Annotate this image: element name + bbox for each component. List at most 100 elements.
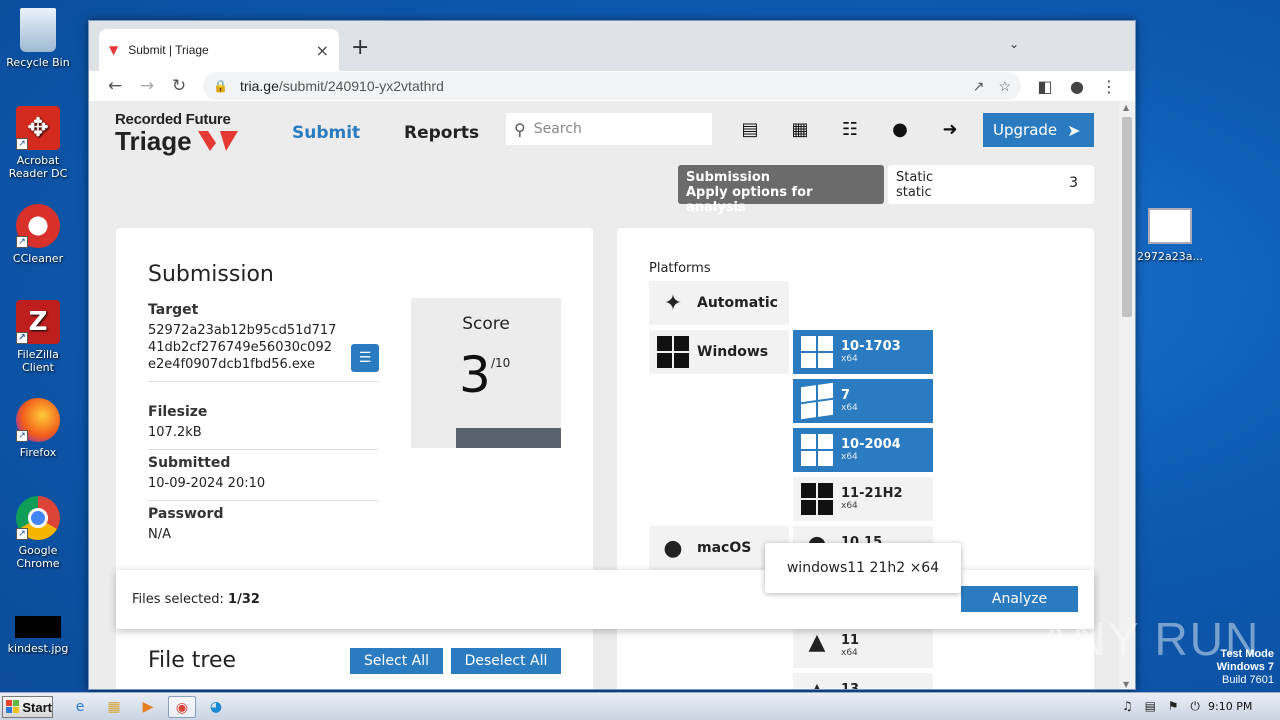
new-tab-button[interactable]: + (351, 35, 369, 60)
network-icon[interactable]: ▤ (1145, 699, 1156, 713)
browser-window: — □ ✕ ▼ Submit | Triage × + ⌄ ← → ↻ 🔒 tr… (88, 20, 1136, 690)
triage-page: Recorded Future Triage Submit Reports ⚲ … (89, 101, 1121, 689)
account-icon[interactable]: ● (888, 119, 912, 141)
desktop-icon-acrobat[interactable]: ✥ ↗ Acrobat Reader DC (0, 106, 76, 180)
score-label: Score (462, 314, 510, 334)
os-android-13[interactable]: ▲ 13x64 (793, 673, 933, 689)
upgrade-label: Upgrade (993, 121, 1058, 139)
desktop-icon-label: Acrobat Reader DC (8, 154, 68, 180)
chrome-taskbar-icon[interactable]: ◉ (168, 696, 196, 718)
scrollbar-thumb[interactable] (1122, 117, 1132, 317)
deselect-all-button[interactable]: Deselect All (451, 648, 561, 674)
desktop-icon-label: CCleaner (12, 252, 64, 265)
scroll-up-icon[interactable]: ▲ (1123, 103, 1129, 112)
address-bar[interactable]: 🔒 tria.ge/submit/240910-yx2vtathrd ↗ ☆ (203, 72, 1021, 100)
analyze-button[interactable]: Analyze (961, 586, 1078, 612)
url-path: /submit/240910-yx2vtathrd (278, 78, 444, 94)
nav-submit[interactable]: Submit (292, 123, 360, 143)
desktop-icon-filezilla[interactable]: Z ↗ FileZilla Client (0, 300, 76, 374)
start-button[interactable]: Start (2, 696, 53, 718)
power-icon[interactable]: ⏻ (1190, 699, 1200, 713)
password-label: Password (148, 506, 224, 522)
filesize-value: 107.2kB (148, 425, 202, 440)
back-button[interactable]: ← (99, 76, 131, 96)
divider (148, 381, 378, 382)
bookmark-star-icon[interactable]: ☆ (998, 78, 1011, 95)
docs-book-icon[interactable]: ☷ (838, 119, 862, 141)
reload-button[interactable]: ↻ (163, 76, 195, 96)
flag-icon[interactable]: ⚑ (1168, 699, 1179, 713)
platform-automatic[interactable]: ✦ Automatic (649, 281, 789, 325)
submitted-label: Submitted (148, 455, 231, 471)
os-windows-10-2004[interactable]: 10-2004 x64 (793, 428, 933, 472)
recycle-bin-icon (20, 8, 56, 52)
nav-reports[interactable]: Reports (404, 123, 479, 143)
select-all-button[interactable]: Select All (350, 648, 443, 674)
triage-chevron-icon (197, 131, 238, 151)
edge-taskbar-icon[interactable]: ◕ (204, 696, 228, 718)
static-analysis-box[interactable]: Static static 3 (888, 165, 1094, 204)
logout-icon[interactable]: ➜ (938, 119, 962, 141)
volume-icon[interactable]: ♫ (1122, 699, 1133, 713)
share-icon[interactable]: ↗ (973, 78, 985, 95)
static-sub: static (896, 185, 932, 200)
desktop-icon-firefox[interactable]: ↗ Firefox (0, 398, 76, 459)
side-panel-icon[interactable]: ◧ (1029, 77, 1061, 96)
browser-tab[interactable]: ▼ Submit | Triage × (99, 29, 339, 71)
copy-target-button[interactable]: ☰ (351, 344, 379, 372)
score-box: Score 3 /10 (411, 298, 561, 448)
chat-icon[interactable]: ▤ (738, 119, 762, 141)
submission-title: Submission (148, 262, 274, 287)
platform-macos-label: macOS (697, 540, 752, 556)
desktop-icon-label: Google Chrome (16, 544, 60, 570)
os-name: 11 (841, 632, 860, 648)
desktop-icon-recycle-bin[interactable]: Recycle Bin (0, 8, 76, 69)
lock-icon: 🔒 (213, 79, 228, 93)
recorded-future-triage-logo[interactable]: Recorded Future Triage (115, 111, 238, 154)
platform-windows-label: Windows (697, 344, 769, 360)
upgrade-button[interactable]: Upgrade ➤ (983, 113, 1094, 147)
password-field: Password N/A (148, 506, 378, 543)
submission-options-box[interactable]: Submission Apply options for analysis (678, 165, 884, 215)
explorer-taskbar-icon[interactable]: ▦ (102, 696, 126, 718)
ie-taskbar-icon[interactable]: e (68, 696, 92, 718)
acrobat-icon: ✥ ↗ (16, 106, 60, 150)
os-android-11[interactable]: ▲ 11 x64 (793, 624, 933, 668)
desktop-icon-ccleaner[interactable]: ↗ CCleaner (0, 204, 76, 265)
tab-search-chevron-icon[interactable]: ⌄ (1009, 37, 1019, 51)
files-selected-label: Files selected: (132, 592, 229, 607)
desktop-icon-kindest[interactable]: kindest.jpg (0, 616, 76, 655)
clock[interactable]: 9:10 PM (1208, 700, 1252, 713)
url-text: tria.ge/submit/240910-yx2vtathrd (240, 78, 959, 94)
browser-menu-icon[interactable]: ⋮ (1093, 77, 1125, 96)
desktop-icon-sample-file[interactable]: 2972a23a... (1132, 208, 1208, 263)
divider (148, 449, 378, 450)
os-arch: x64 (841, 647, 858, 658)
image-file-icon (15, 616, 61, 638)
browser-toolbar: ← → ↻ 🔒 tria.ge/submit/240910-yx2vtathrd… (89, 71, 1135, 101)
dashboard-icon[interactable]: ▦ (788, 119, 812, 141)
target-value: 52972a23ab12b95cd51d71741db2cf276749e560… (148, 323, 337, 372)
profile-avatar-icon[interactable]: ● (1061, 77, 1093, 96)
desktop-icon-label: FileZilla Client (17, 348, 59, 374)
testmode-line3: Build 7601 (1222, 674, 1274, 686)
media-player-taskbar-icon[interactable]: ▶ (136, 696, 160, 718)
os-windows-11-21h2[interactable]: 11-21H2 x64 (793, 477, 933, 521)
testmode-line1: Test Mode (1220, 648, 1274, 660)
os-arch: x64 (841, 451, 858, 462)
desktop-icon-label: 2972a23a... (1137, 250, 1203, 263)
desktop-icon-chrome[interactable]: ↗ Google Chrome (0, 496, 76, 570)
os-windows-10-1703[interactable]: 10-1703 x64 (793, 330, 933, 374)
desktop-icon-label: Firefox (19, 446, 57, 459)
windows10-icon (801, 336, 833, 368)
platform-windows[interactable]: Windows (649, 330, 789, 374)
os-name: 10-1703 (841, 338, 901, 354)
tab-close-icon[interactable]: × (316, 41, 329, 60)
rocket-icon: ➤ (1067, 120, 1081, 140)
search-input[interactable]: ⚲ Search (506, 113, 712, 145)
page-scrollbar[interactable]: ▲ ▼ (1119, 101, 1135, 689)
os-windows-7[interactable]: 7 x64 (793, 379, 933, 423)
os-name: 10-2004 (841, 436, 901, 452)
scroll-down-icon[interactable]: ▼ (1123, 680, 1129, 689)
forward-button[interactable]: → (131, 76, 163, 96)
